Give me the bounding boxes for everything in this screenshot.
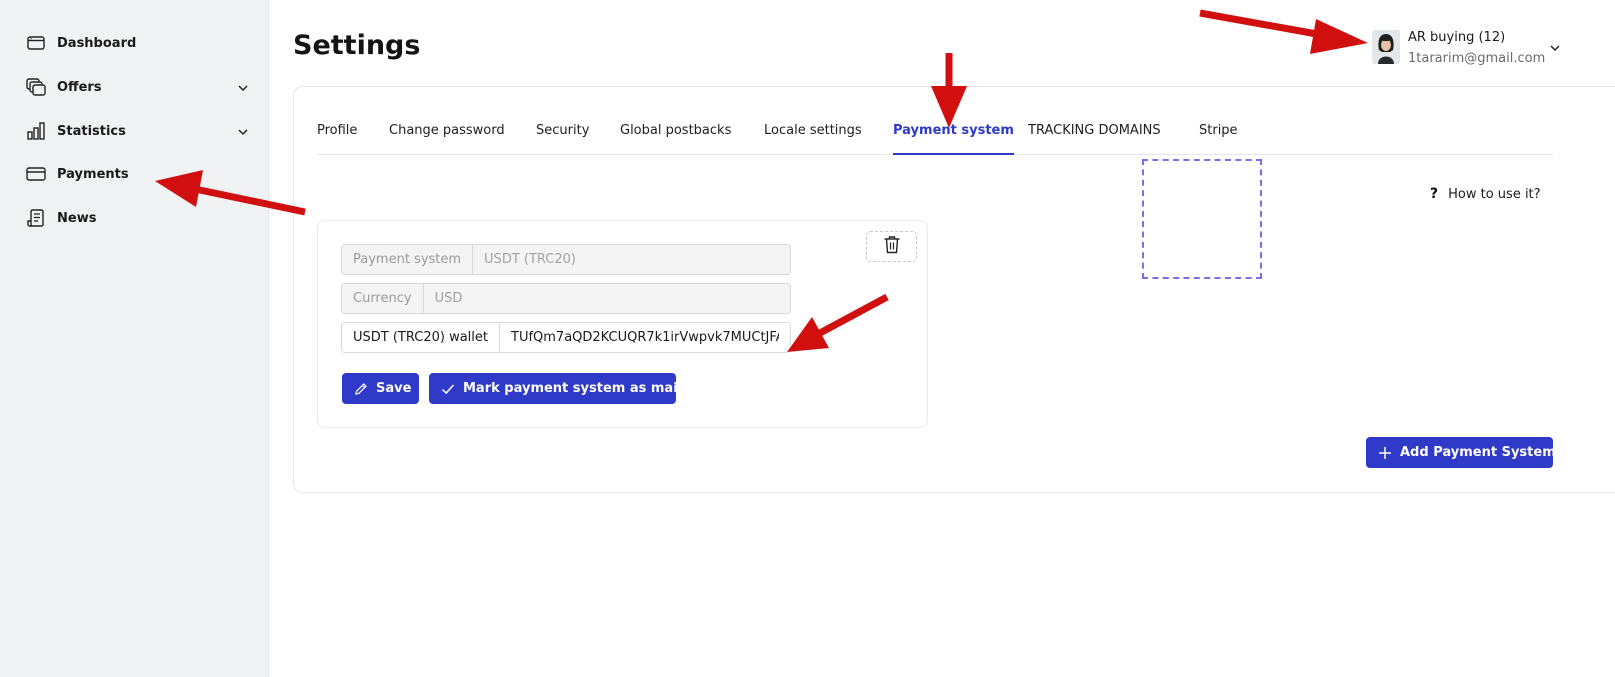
bar-chart-icon: [26, 121, 46, 141]
tab-security[interactable]: Security: [536, 123, 589, 155]
tab-tracking-domains[interactable]: TRACKING DOMAINS: [1028, 123, 1161, 155]
check-icon: [441, 382, 455, 396]
sidebar-item-news[interactable]: News: [26, 204, 256, 232]
tab-change-password[interactable]: Change password: [389, 123, 505, 155]
chevron-down-icon[interactable]: [236, 124, 250, 138]
save-button[interactable]: Save: [342, 373, 419, 404]
avatar: [1372, 30, 1400, 64]
page-title: Settings: [293, 30, 421, 61]
mark-as-main-button[interactable]: Mark payment system as main: [429, 373, 687, 404]
trash-icon: [883, 235, 901, 258]
plus-icon: [1378, 446, 1392, 460]
sidebar-item-label: Payments: [57, 166, 129, 182]
field-value: USDT (TRC20): [484, 252, 576, 267]
chevron-down-icon[interactable]: [236, 80, 250, 94]
delete-button[interactable]: [866, 231, 917, 262]
stack-icon: [26, 77, 46, 97]
tab-payment-system[interactable]: Payment system: [893, 123, 1014, 155]
user-menu[interactable]: AR buying (12) 1tararim@gmail.com: [1372, 28, 1615, 68]
sidebar-item-label: Statistics: [57, 123, 126, 139]
field-label: USDT (TRC20) wallet: [342, 323, 500, 352]
sidebar-item-offers[interactable]: Offers: [26, 73, 256, 101]
newspaper-icon: [26, 208, 46, 228]
mark-as-main-label: Mark payment system as main: [463, 381, 687, 396]
sidebar-item-label: News: [57, 210, 97, 226]
chevron-down-icon[interactable]: [1548, 40, 1562, 54]
sidebar-item-label: Dashboard: [57, 35, 137, 51]
user-email: 1tararim@gmail.com: [1408, 51, 1546, 66]
tab-profile[interactable]: Profile: [317, 123, 357, 155]
field-value: USD: [434, 291, 463, 306]
sidebar-item-statistics[interactable]: Statistics: [26, 117, 256, 145]
sidebar: Dashboard Offers Statistics Payments New…: [0, 0, 269, 677]
add-payment-system-button[interactable]: Add Payment System: [1366, 437, 1556, 468]
sidebar-item-dashboard[interactable]: Dashboard: [26, 29, 256, 57]
window-icon: [26, 33, 46, 53]
pencil-icon: [354, 382, 368, 396]
save-label: Save: [376, 381, 412, 396]
settings-tabs: Profile Change password Security Global …: [317, 118, 1553, 155]
highlight-box: [1142, 159, 1262, 279]
payment-system-field: Payment system USDT (TRC20): [341, 244, 791, 275]
user-name: AR buying (12): [1408, 30, 1506, 45]
annotation-arrow-user: [1199, 9, 1368, 54]
wallet-input[interactable]: [500, 323, 790, 352]
how-to-use-link[interactable]: ? How to use it?: [1430, 186, 1541, 202]
sidebar-item-payments[interactable]: Payments: [26, 160, 256, 188]
field-label: Payment system: [342, 245, 474, 274]
tab-stripe[interactable]: Stripe: [1199, 123, 1238, 155]
how-to-use-label: How to use it?: [1448, 186, 1541, 202]
tab-global-postbacks[interactable]: Global postbacks: [620, 123, 731, 155]
add-payment-system-label: Add Payment System: [1400, 445, 1556, 460]
field-label: Currency: [342, 284, 424, 313]
sidebar-item-label: Offers: [57, 79, 102, 95]
question-icon: ?: [1430, 186, 1439, 202]
card-icon: [26, 164, 46, 184]
tab-locale-settings[interactable]: Locale settings: [764, 123, 862, 155]
currency-field: Currency USD: [341, 283, 791, 314]
wallet-field: USDT (TRC20) wallet: [341, 322, 791, 353]
